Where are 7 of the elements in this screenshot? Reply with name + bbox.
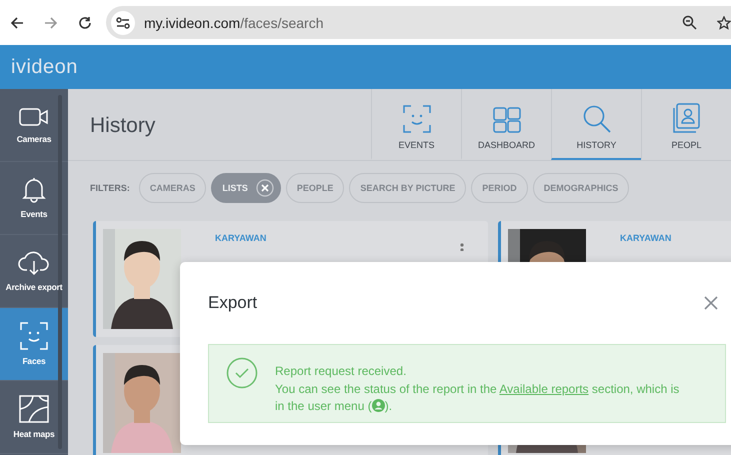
list-name: KARYAWAN <box>215 233 268 243</box>
dialog-title: Export <box>208 293 258 313</box>
success-message: Report request received. You can see the status of the report in the Available reports section, which is in the user menu ( ). <box>275 363 680 415</box>
list-name: KARYAWAN <box>620 233 672 243</box>
url-text: my.ivideon.com/faces/search <box>144 14 324 30</box>
page-title: History <box>89 113 156 139</box>
filters-label: FILTERS: <box>90 183 130 193</box>
